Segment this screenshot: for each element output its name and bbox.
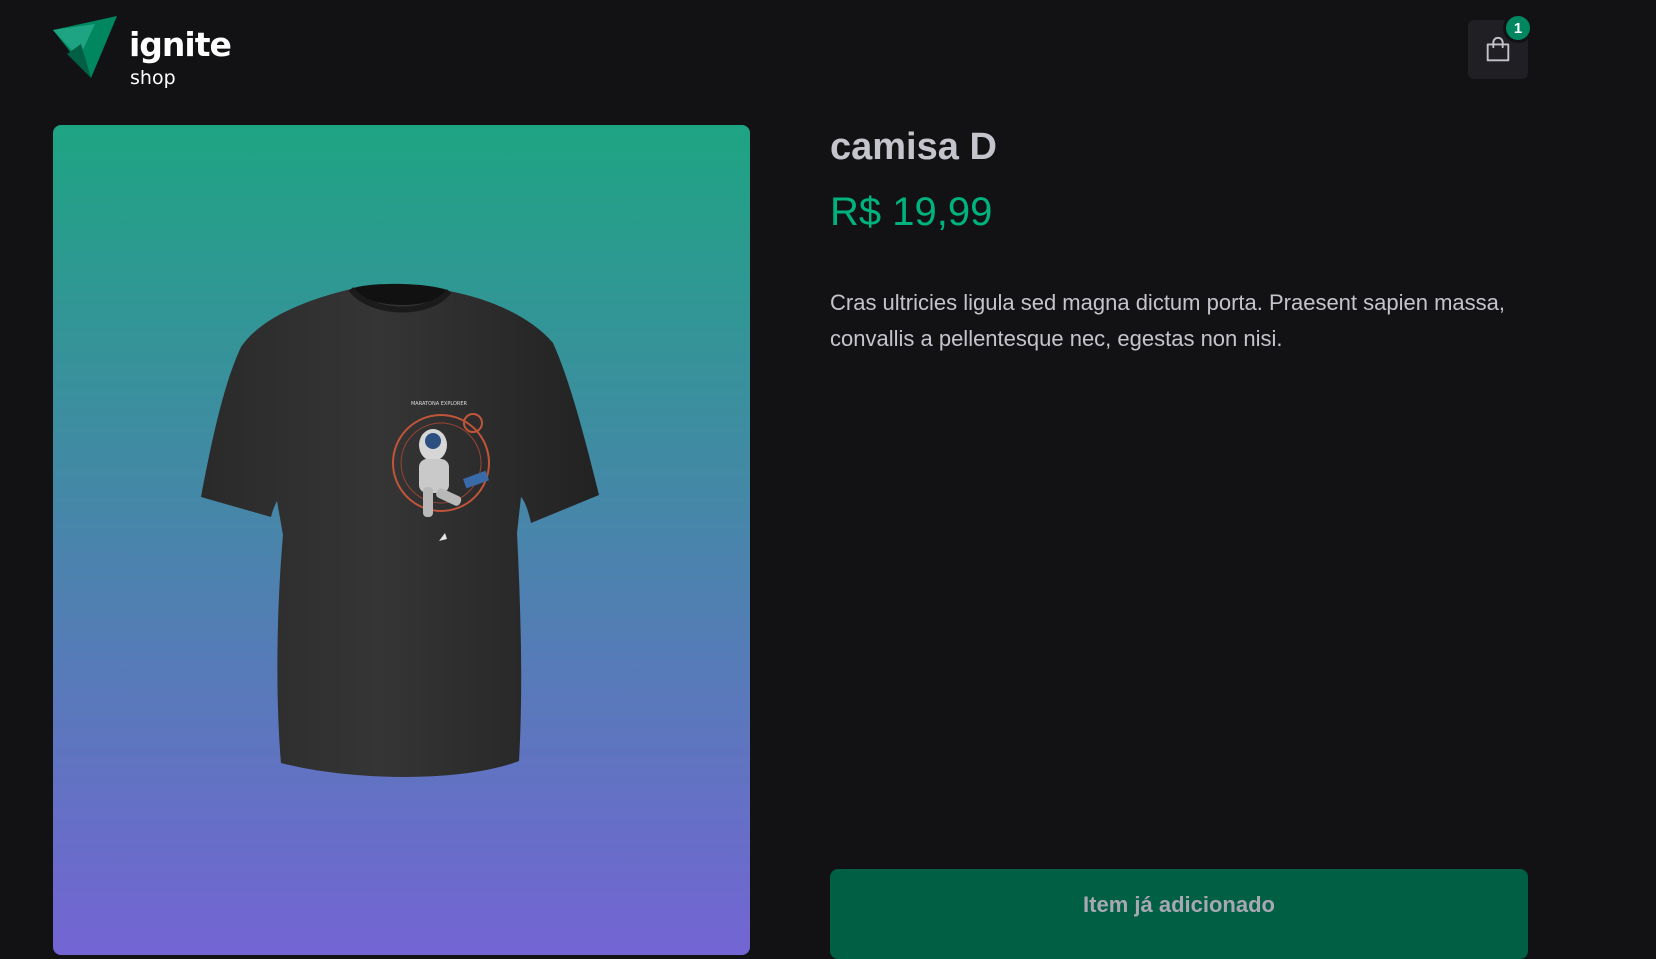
- product-image-container: MARATONA EXPLORER: [53, 125, 750, 955]
- logo-triangle-icon: [53, 16, 117, 78]
- product-description: Cras ultricies ligula sed magna dictum p…: [830, 290, 1505, 351]
- shirt-print-text: MARATONA EXPLORER: [411, 401, 468, 407]
- logo-link[interactable]: ignite shop: [53, 14, 233, 88]
- logo-subtitle: shop: [130, 67, 176, 89]
- product-title: camisa D: [830, 126, 997, 168]
- cart-count-badge: 1: [1503, 13, 1533, 43]
- logo-title: ignite: [129, 25, 232, 64]
- header: ignite shop 1: [0, 0, 1656, 100]
- tshirt-product-image: MARATONA EXPLORER: [201, 283, 599, 777]
- product-price: R$ 19,99: [830, 190, 993, 234]
- add-to-cart-button[interactable]: Item já adicionado: [830, 869, 1528, 959]
